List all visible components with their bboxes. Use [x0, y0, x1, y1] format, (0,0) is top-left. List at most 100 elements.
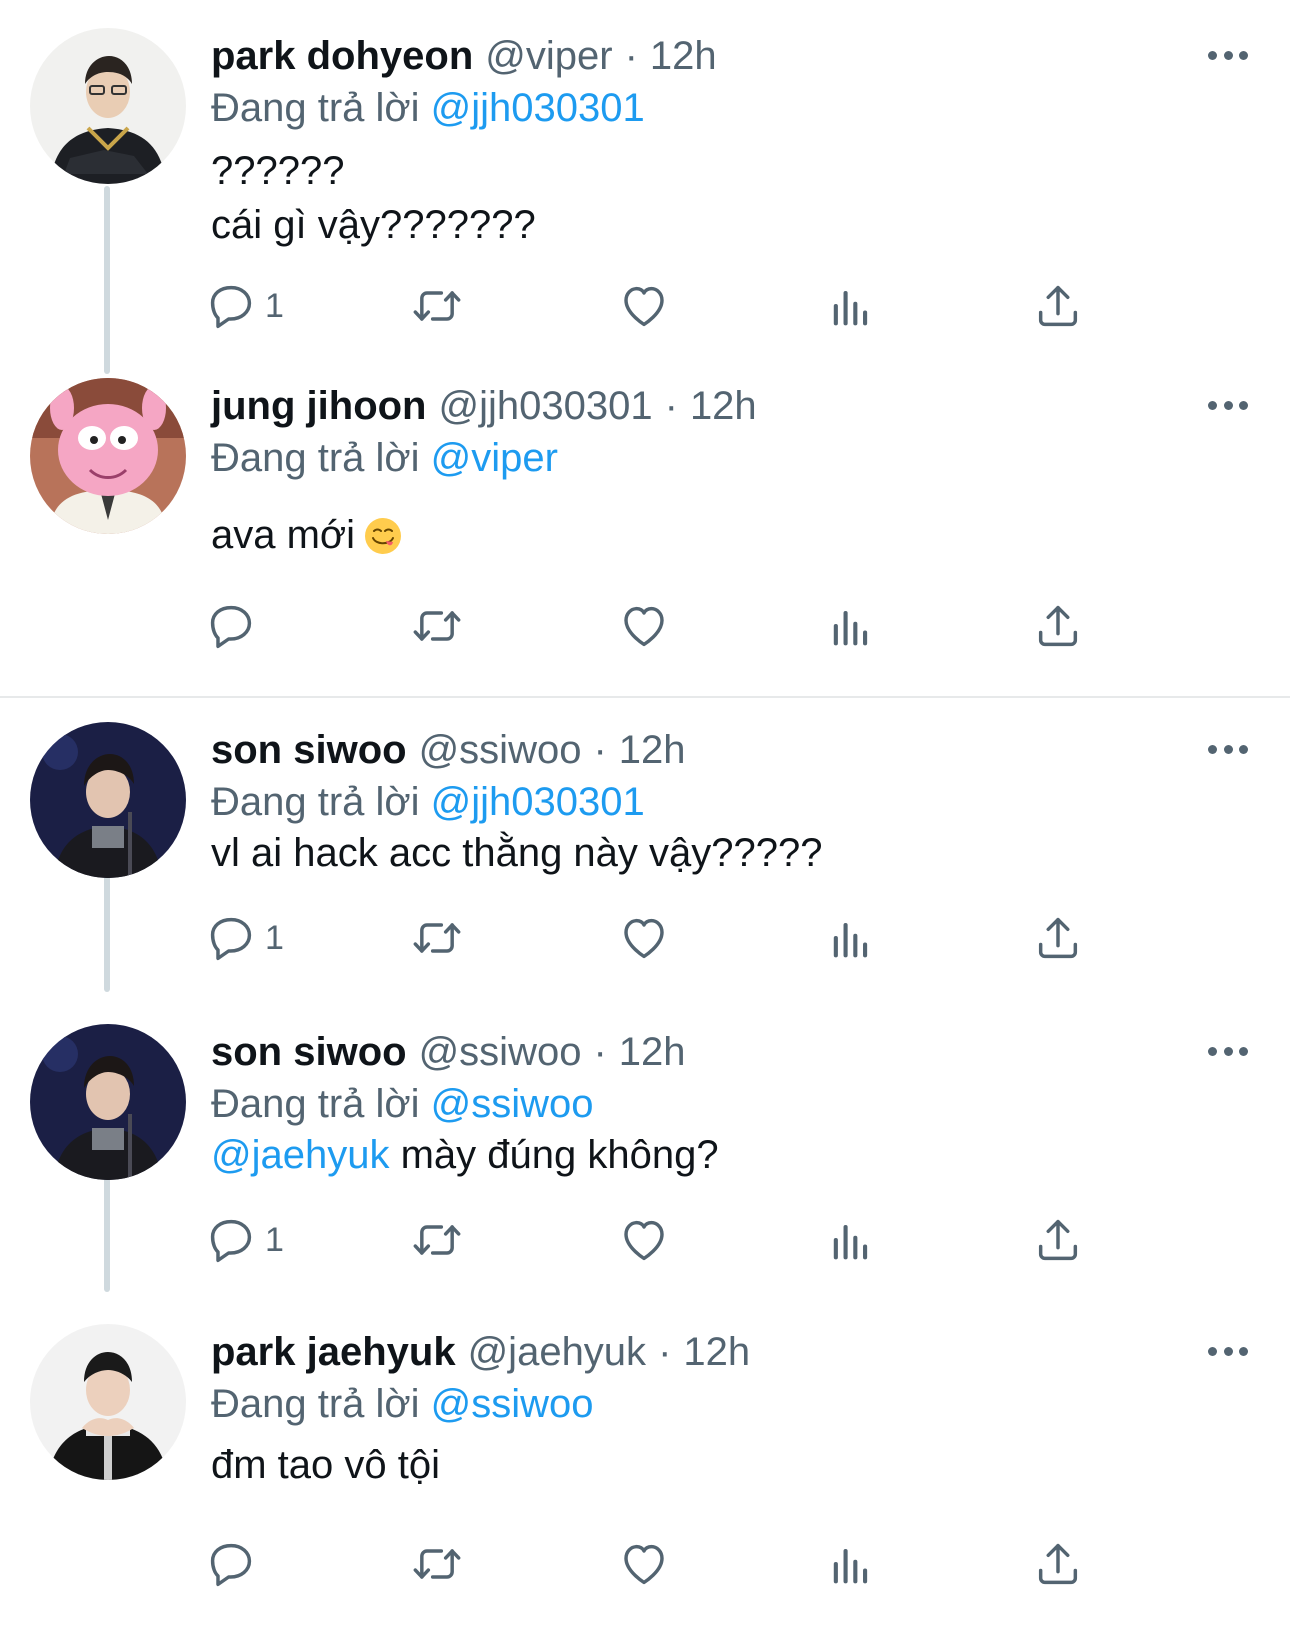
timestamp[interactable]: 12h — [650, 32, 717, 80]
replying-to: Đang trả lời @viper — [211, 434, 558, 482]
avatar[interactable] — [30, 722, 186, 878]
views-icon — [825, 1214, 877, 1266]
reply-mention[interactable]: @jjh030301 — [431, 86, 645, 130]
views-icon — [825, 280, 877, 332]
heart-icon — [618, 1538, 670, 1590]
reply-mention[interactable]: @ssiwoo — [431, 1382, 594, 1426]
tweet-text-line: ava mới — [211, 513, 356, 557]
views-button[interactable] — [825, 1210, 877, 1270]
tweet-text-line: đm tao vô tội — [211, 1443, 441, 1487]
timestamp[interactable]: 12h — [619, 1028, 686, 1076]
separator: · — [658, 1330, 672, 1374]
reply-icon — [205, 1214, 257, 1266]
display-name[interactable]: park dohyeon — [211, 32, 473, 80]
avatar[interactable] — [30, 28, 186, 184]
share-button[interactable] — [1032, 276, 1084, 336]
reply-mention[interactable]: @viper — [431, 436, 558, 480]
avatar[interactable] — [30, 1024, 186, 1180]
share-icon — [1032, 280, 1084, 332]
display-name[interactable]: son siwoo — [211, 726, 407, 774]
reply-icon — [205, 600, 257, 652]
share-icon — [1032, 600, 1084, 652]
timestamp[interactable]: 12h — [690, 382, 757, 430]
tweet-header: son siwoo @ssiwoo · 12h — [211, 726, 686, 774]
reply-count: 1 — [265, 919, 284, 957]
display-name[interactable]: jung jihoon — [211, 382, 427, 430]
reply-button[interactable]: 1 — [205, 908, 284, 968]
timestamp[interactable]: 12h — [619, 726, 686, 774]
replying-to-label: Đang trả lời — [211, 1382, 420, 1426]
views-button[interactable] — [825, 596, 877, 656]
replying-to-label: Đang trả lời — [211, 780, 420, 824]
divider — [0, 696, 1290, 698]
share-button[interactable] — [1032, 908, 1084, 968]
retweet-button[interactable] — [411, 596, 463, 656]
share-icon — [1032, 912, 1084, 964]
avatar[interactable] — [30, 1324, 186, 1480]
views-button[interactable] — [825, 1534, 877, 1594]
retweet-button[interactable] — [411, 1534, 463, 1594]
reply-icon — [205, 280, 257, 332]
user-handle[interactable]: @jjh030301 — [439, 382, 653, 430]
reply-button[interactable]: 1 — [205, 1210, 284, 1270]
retweet-icon — [411, 912, 463, 964]
tweet-text: đm tao vô tội — [211, 1438, 440, 1492]
more-icon[interactable] — [1208, 1336, 1248, 1366]
more-icon[interactable] — [1208, 734, 1248, 764]
share-button[interactable] — [1032, 596, 1084, 656]
reply-icon — [205, 1538, 257, 1590]
heart-icon — [618, 1214, 670, 1266]
like-button[interactable] — [618, 908, 670, 968]
views-icon — [825, 912, 877, 964]
timestamp[interactable]: 12h — [683, 1328, 750, 1376]
avatar[interactable] — [30, 378, 186, 534]
views-button[interactable] — [825, 908, 877, 968]
more-icon[interactable] — [1208, 40, 1248, 70]
reply-mention[interactable]: @ssiwoo — [431, 1082, 594, 1126]
separator: · — [624, 34, 638, 78]
reply-button[interactable] — [205, 596, 265, 656]
replying-to-label: Đang trả lời — [211, 436, 420, 480]
like-button[interactable] — [618, 1210, 670, 1270]
tweet-header: park jaehyuk @jaehyuk · 12h — [211, 1328, 750, 1376]
tweet-text: @jaehyuk mày đúng không? — [211, 1128, 719, 1182]
display-name[interactable]: park jaehyuk — [211, 1328, 456, 1376]
tweet-actions — [205, 596, 1255, 656]
user-handle[interactable]: @ssiwoo — [419, 1028, 582, 1076]
tweet-actions: 1 — [205, 908, 1255, 968]
tweet-actions: 1 — [205, 276, 1255, 336]
retweet-icon — [411, 1538, 463, 1590]
retweet-button[interactable] — [411, 908, 463, 968]
like-button[interactable] — [618, 276, 670, 336]
user-handle[interactable]: @jaehyuk — [468, 1328, 646, 1376]
reply-button[interactable] — [205, 1534, 265, 1594]
retweet-button[interactable] — [411, 276, 463, 336]
share-button[interactable] — [1032, 1534, 1084, 1594]
like-button[interactable] — [618, 596, 670, 656]
reply-count: 1 — [265, 287, 284, 325]
views-icon — [825, 600, 877, 652]
views-button[interactable] — [825, 276, 877, 336]
views-icon — [825, 1538, 877, 1590]
more-icon[interactable] — [1208, 1036, 1248, 1066]
like-button[interactable] — [618, 1534, 670, 1594]
body-mention[interactable]: @jaehyuk — [211, 1133, 389, 1177]
reply-button[interactable]: 1 — [205, 276, 284, 336]
display-name[interactable]: son siwoo — [211, 1028, 407, 1076]
more-icon[interactable] — [1208, 390, 1248, 420]
tweet-text-line: mày đúng không? — [389, 1133, 719, 1177]
share-button[interactable] — [1032, 1210, 1084, 1270]
replying-to: Đang trả lời @jjh030301 — [211, 778, 645, 826]
reply-mention[interactable]: @jjh030301 — [431, 780, 645, 824]
replying-to-label: Đang trả lời — [211, 86, 420, 130]
heart-icon — [618, 600, 670, 652]
retweet-button[interactable] — [411, 1210, 463, 1270]
tweet-text: ava mới — [211, 508, 403, 562]
retweet-icon — [411, 1214, 463, 1266]
replying-to-label: Đang trả lời — [211, 1082, 420, 1126]
replying-to: Đang trả lời @ssiwoo — [211, 1080, 594, 1128]
thread-line — [104, 186, 110, 374]
user-handle[interactable]: @viper — [485, 32, 612, 80]
user-handle[interactable]: @ssiwoo — [419, 726, 582, 774]
separator: · — [664, 384, 678, 428]
